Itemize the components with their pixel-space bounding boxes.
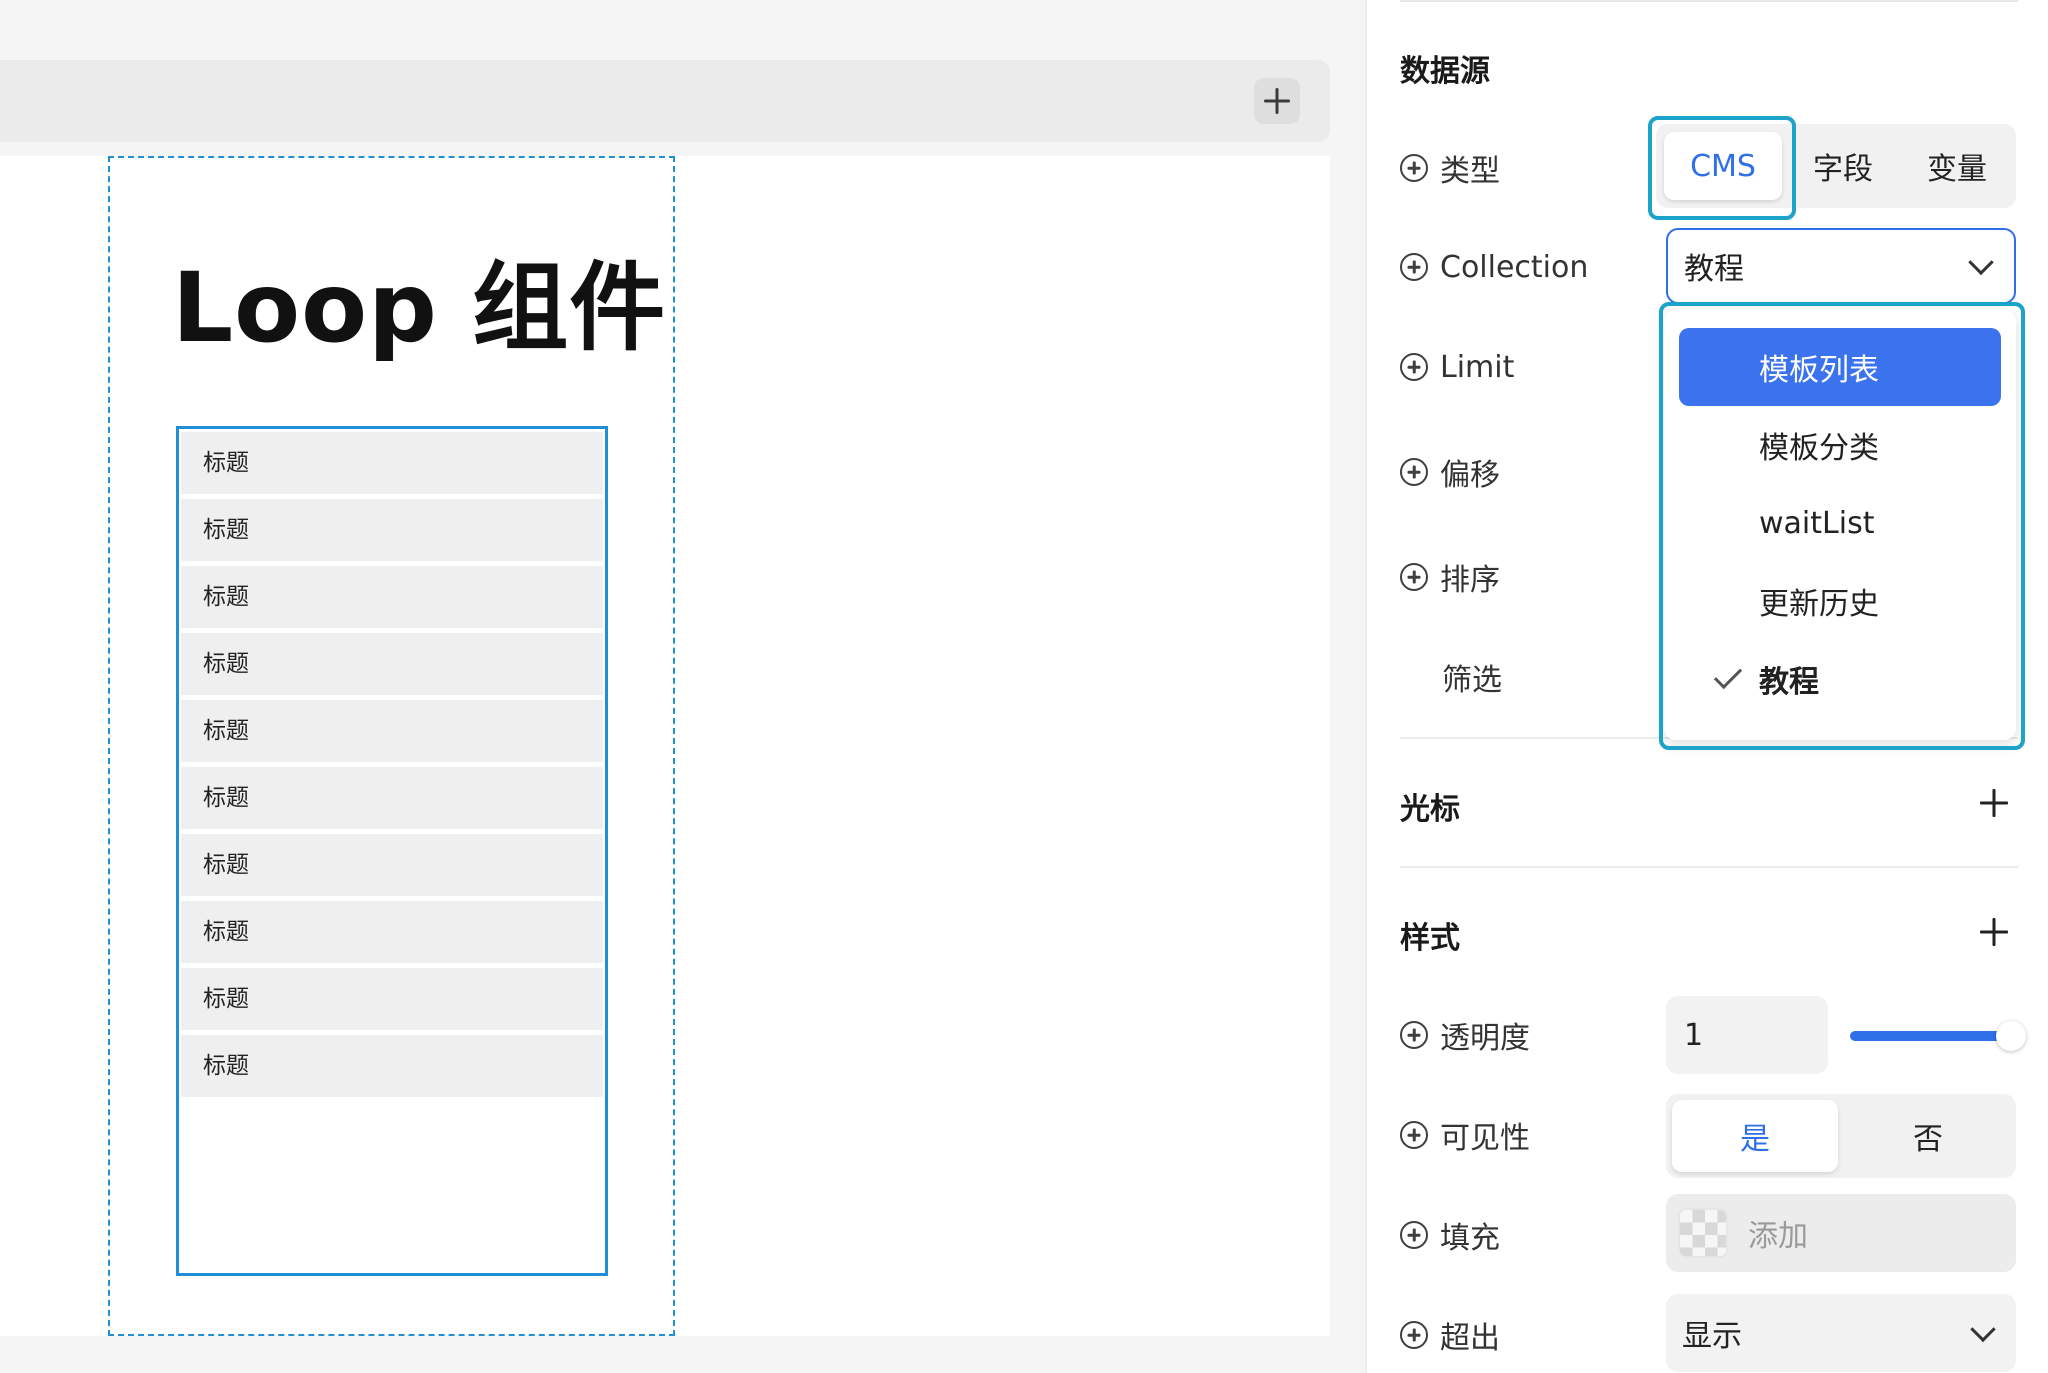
prop-label: 填充 xyxy=(1440,1221,1500,1256)
dropdown-item-label: 教程 xyxy=(1759,665,1819,700)
loop-list[interactable]: 标题 标题 标题 标题 标题 标题 标题 标题 标题 标题 xyxy=(176,426,608,1276)
loop-title[interactable]: Loop 组件 xyxy=(172,230,666,369)
opacity-input[interactable]: 1 xyxy=(1666,996,1828,1074)
opacity-value: 1 xyxy=(1684,1017,1704,1053)
add-circle-icon[interactable] xyxy=(1400,1121,1428,1149)
prop-label: 筛选 xyxy=(1442,663,1502,698)
prop-label: 透明度 xyxy=(1440,1021,1530,1056)
type-option-variable[interactable]: 变量 xyxy=(1904,132,2010,200)
prop-label: 超出 xyxy=(1440,1321,1500,1356)
type-option-cms[interactable]: CMS xyxy=(1664,132,1782,200)
prop-row-visibility: 可见性 xyxy=(1400,1115,1530,1156)
list-item[interactable]: 标题 xyxy=(181,566,603,628)
prop-label: 偏移 xyxy=(1440,458,1500,493)
section-title-cursor: 光标 xyxy=(1400,792,1460,827)
prop-row-offset: 偏移 xyxy=(1400,452,1500,493)
add-style-plus-icon[interactable] xyxy=(1977,915,2011,949)
add-circle-icon[interactable] xyxy=(1400,563,1428,591)
prop-label: Limit xyxy=(1440,349,1515,385)
visibility-option-yes[interactable]: 是 xyxy=(1672,1100,1838,1172)
prop-row-overflow: 超出 xyxy=(1400,1315,1500,1356)
prop-row-collection: Collection xyxy=(1400,247,1588,287)
canvas-board[interactable]: Loop 组件 标题 标题 标题 标题 标题 标题 标题 标题 标题 标题 xyxy=(0,156,1330,1336)
add-circle-icon[interactable] xyxy=(1400,458,1428,486)
divider xyxy=(1400,866,2018,868)
visibility-segmented-control: 是 否 xyxy=(1666,1094,2016,1178)
list-item[interactable]: 标题 xyxy=(181,968,603,1030)
add-circle-icon[interactable] xyxy=(1400,353,1428,381)
opacity-slider-thumb[interactable] xyxy=(1996,1021,2026,1051)
opacity-slider[interactable] xyxy=(1850,1031,2010,1041)
add-circle-icon[interactable] xyxy=(1400,1221,1428,1249)
list-item[interactable]: 标题 xyxy=(181,834,603,896)
add-cursor-plus-icon[interactable] xyxy=(1977,786,2011,820)
chevron-down-icon xyxy=(1968,249,1994,276)
overflow-value: 显示 xyxy=(1682,1319,1742,1354)
prop-row-sort: 排序 xyxy=(1400,557,1500,598)
list-item[interactable]: 标题 xyxy=(181,432,603,494)
transparent-swatch-icon xyxy=(1678,1208,1728,1258)
fill-placeholder: 添加 xyxy=(1748,1219,1808,1254)
prop-label: 排序 xyxy=(1440,563,1500,598)
dropdown-item-template-category[interactable]: 模板分类 xyxy=(1679,406,2001,484)
canvas-area: Loop 组件 标题 标题 标题 标题 标题 标题 标题 标题 标题 标题 xyxy=(0,0,1365,1373)
type-option-field[interactable]: 字段 xyxy=(1790,132,1896,200)
prop-label: Collection xyxy=(1440,249,1589,285)
list-item[interactable]: 标题 xyxy=(181,767,603,829)
add-button[interactable] xyxy=(1254,78,1300,124)
add-circle-icon[interactable] xyxy=(1400,253,1428,281)
list-item[interactable]: 标题 xyxy=(181,633,603,695)
collection-select[interactable]: 教程 xyxy=(1666,228,2016,304)
dropdown-item-changelog[interactable]: 更新历史 xyxy=(1679,562,2001,640)
prop-row-opacity: 透明度 xyxy=(1400,1015,1530,1056)
prop-label: 类型 xyxy=(1440,154,1500,189)
divider xyxy=(1400,0,2018,2)
collection-dropdown: 模板列表 模板分类 waitList 更新历史 教程 xyxy=(1664,310,2016,740)
add-circle-icon[interactable] xyxy=(1400,154,1428,182)
prop-row-fill: 填充 xyxy=(1400,1215,1500,1256)
type-segmented-control: CMS 字段 变量 xyxy=(1656,124,2016,208)
loop-component-frame[interactable]: Loop 组件 标题 标题 标题 标题 标题 标题 标题 标题 标题 标题 xyxy=(108,156,675,1336)
list-item[interactable]: 标题 xyxy=(181,1035,603,1097)
overflow-select[interactable]: 显示 xyxy=(1666,1294,2016,1372)
prop-row-type: 类型 xyxy=(1400,148,1500,189)
dropdown-item-tutorial[interactable]: 教程 xyxy=(1679,640,2001,718)
add-circle-icon[interactable] xyxy=(1400,1321,1428,1349)
prop-row-filter: 筛选 xyxy=(1400,657,1502,698)
list-item[interactable]: 标题 xyxy=(181,700,603,762)
section-title-data-source: 数据源 xyxy=(1400,54,1490,89)
chevron-down-icon xyxy=(1970,1316,1996,1343)
fill-add-field[interactable]: 添加 xyxy=(1666,1194,2016,1272)
list-item[interactable]: 标题 xyxy=(181,499,603,561)
prop-row-limit: Limit xyxy=(1400,347,1514,387)
prop-label: 可见性 xyxy=(1440,1121,1530,1156)
dropdown-item-waitlist[interactable]: waitList xyxy=(1679,484,2001,562)
dropdown-item-template-list[interactable]: 模板列表 xyxy=(1679,328,2001,406)
section-title-style: 样式 xyxy=(1400,921,1460,956)
collection-select-value: 教程 xyxy=(1684,252,1744,287)
canvas-toolbar xyxy=(0,60,1330,142)
add-circle-icon[interactable] xyxy=(1400,1021,1428,1049)
check-icon xyxy=(1713,660,1743,690)
visibility-option-no[interactable]: 否 xyxy=(1846,1100,2010,1172)
list-item[interactable]: 标题 xyxy=(181,901,603,963)
